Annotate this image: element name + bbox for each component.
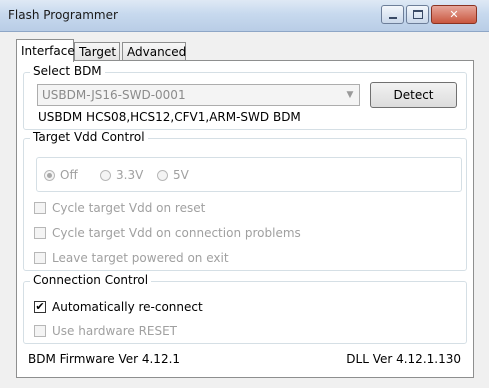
- cycle-vdd-connection-label: Cycle target Vdd on connection problems: [52, 226, 301, 240]
- radio-icon: [157, 169, 168, 181]
- bdm-select-value: USBDM-JS16-SWD-0001: [42, 88, 186, 102]
- connection-control-group: Connection Control ✔ Automatically re-co…: [23, 273, 467, 344]
- cycle-vdd-connection-checkbox[interactable]: Cycle target Vdd on connection problems: [34, 226, 301, 240]
- connection-control-legend: Connection Control: [30, 273, 152, 287]
- chevron-down-icon[interactable]: ▼: [342, 86, 358, 104]
- auto-reconnect-label: Automatically re-connect: [52, 300, 203, 314]
- title-bar[interactable]: Flash Programmer ✕: [0, 0, 489, 32]
- tab-target[interactable]: Target: [74, 42, 120, 61]
- vdd-3v3-radio[interactable]: 3.3V: [100, 168, 143, 182]
- tab-interface-label: Interface: [21, 44, 75, 58]
- dll-version: DLL Ver 4.12.1.130: [346, 352, 461, 366]
- cycle-vdd-reset-checkbox[interactable]: Cycle target Vdd on reset: [34, 201, 205, 215]
- leave-powered-label: Leave target powered on exit: [52, 251, 229, 265]
- target-vdd-group: Target Vdd Control Off 3.3V 5V Cycle tar…: [23, 130, 467, 271]
- minimize-button[interactable]: [381, 5, 404, 24]
- tab-advanced-label: Advanced: [127, 45, 187, 59]
- detect-button-label: Detect: [393, 88, 434, 102]
- tab-target-label: Target: [79, 45, 117, 59]
- vdd-5v-label: 5V: [173, 168, 189, 182]
- tab-advanced[interactable]: Advanced: [122, 42, 186, 61]
- interface-tab-panel: Select BDM USBDM-JS16-SWD-0001 ▼ Detect …: [16, 60, 474, 378]
- radio-selected-icon: [44, 169, 55, 181]
- bdm-select-combo[interactable]: USBDM-JS16-SWD-0001 ▼: [37, 84, 360, 106]
- radio-icon: [100, 169, 111, 181]
- cycle-vdd-reset-label: Cycle target Vdd on reset: [52, 201, 206, 215]
- maximize-icon: [412, 10, 423, 19]
- detect-button[interactable]: Detect: [370, 82, 457, 108]
- hardware-reset-label: Use hardware RESET: [52, 324, 178, 338]
- maximize-button[interactable]: [406, 5, 429, 24]
- close-icon: ✕: [449, 8, 459, 21]
- firmware-version: BDM Firmware Ver 4.12.1: [28, 352, 181, 366]
- checkmark-icon: ✔: [34, 300, 46, 313]
- checkbox-icon: [34, 252, 46, 264]
- vdd-radio-group: Off 3.3V 5V: [36, 157, 462, 192]
- leave-powered-checkbox[interactable]: Leave target powered on exit: [34, 251, 229, 265]
- hardware-reset-checkbox[interactable]: Use hardware RESET: [34, 324, 177, 338]
- bdm-description: USBDM HCS08,HCS12,CFV1,ARM-SWD BDM: [38, 110, 301, 124]
- minimize-icon: [388, 16, 397, 19]
- select-bdm-group: Select BDM USBDM-JS16-SWD-0001 ▼ Detect …: [23, 64, 467, 130]
- checkbox-icon: [34, 202, 46, 214]
- target-vdd-legend: Target Vdd Control: [30, 130, 148, 144]
- vdd-3v3-label: 3.3V: [116, 168, 144, 182]
- auto-reconnect-checkbox[interactable]: ✔ Automatically re-connect: [34, 300, 203, 314]
- close-button[interactable]: ✕: [431, 5, 477, 24]
- vdd-off-radio[interactable]: Off: [44, 168, 78, 182]
- tab-interface[interactable]: Interface: [16, 39, 75, 62]
- window-title: Flash Programmer: [8, 8, 118, 22]
- vdd-5v-radio[interactable]: 5V: [157, 168, 189, 182]
- checkbox-icon: [34, 227, 46, 239]
- select-bdm-legend: Select BDM: [30, 64, 105, 78]
- vdd-off-label: Off: [60, 168, 78, 182]
- checkbox-icon: [34, 325, 46, 337]
